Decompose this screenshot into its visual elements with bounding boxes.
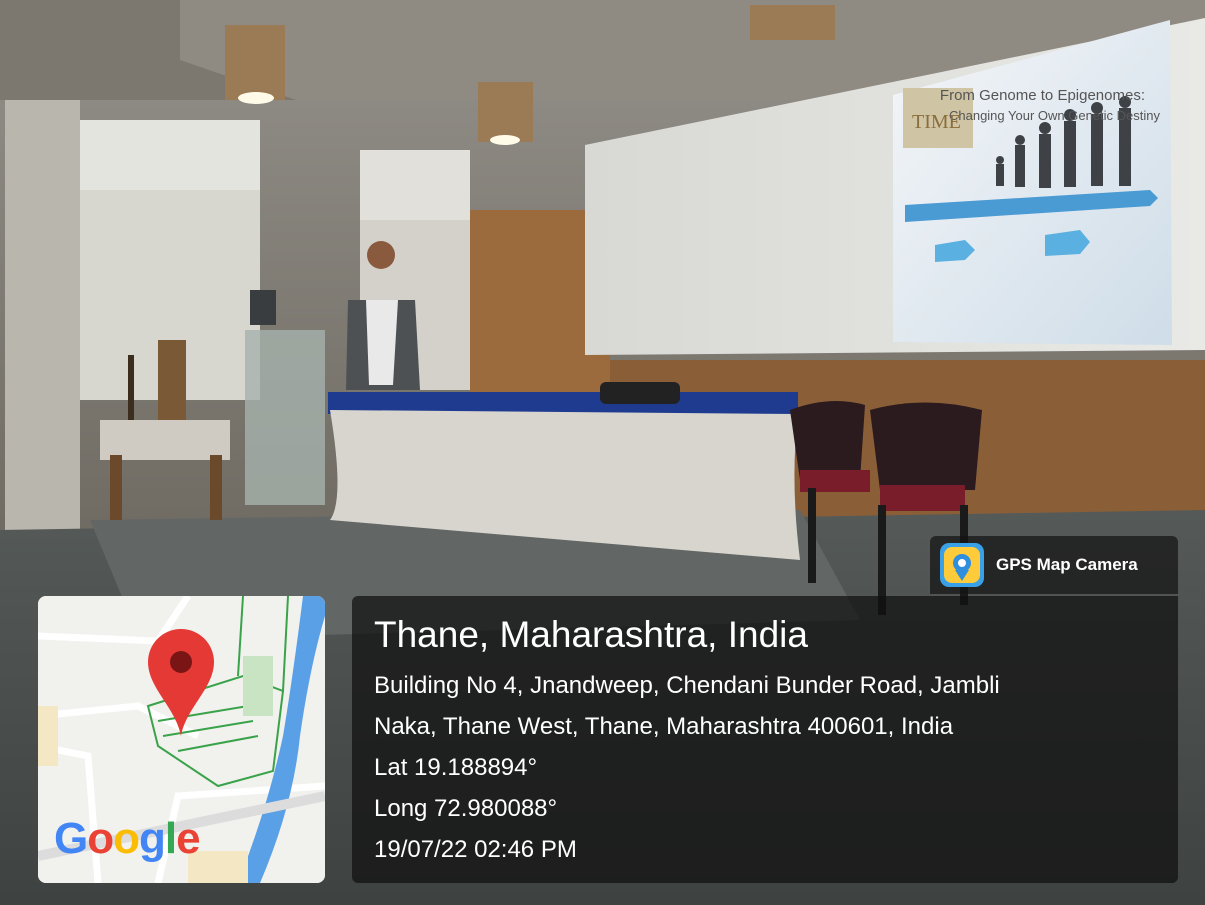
slide-title-1: From Genome to Epigenomes: (940, 87, 1145, 104)
city-title: Thane, Maharashtra, India (374, 614, 808, 655)
longitude: Long 72.980088° (374, 795, 558, 822)
map-thumbnail[interactable]: Google (38, 596, 325, 883)
slide-logo: TIME (912, 111, 961, 133)
location-info-panel: Thane, Maharashtra, India Building No 4,… (352, 596, 1178, 883)
google-logo: Google (54, 814, 201, 863)
map-pin-icon (148, 629, 214, 736)
gps-map-camera-badge: GPS Map Camera (930, 536, 1178, 594)
address-line-2: Naka, Thane West, Thane, Maharashtra 400… (374, 713, 954, 740)
address-line-1: Building No 4, Jnandweep, Chendani Bunde… (374, 672, 1000, 699)
photo-frame: From Genome to Epigenomes: Changing Your… (0, 0, 1205, 905)
datetime: 19/07/22 02:46 PM (374, 836, 577, 863)
latitude: Lat 19.188894° (374, 754, 538, 781)
app-label: GPS Map Camera (996, 555, 1138, 574)
camera-pin-icon (940, 543, 984, 587)
slide-title-2: Changing Your Own Genetic Destiny (949, 108, 1161, 123)
